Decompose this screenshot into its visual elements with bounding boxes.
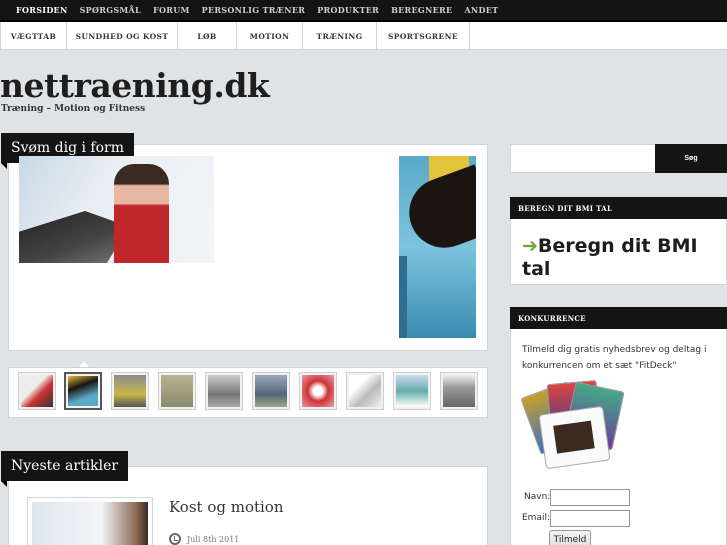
nav-item-produkter[interactable]: PRODUKTER: [317, 5, 379, 15]
email-field[interactable]: [550, 510, 630, 527]
name-label: Navn:: [524, 492, 551, 502]
article-thumbnail[interactable]: [27, 497, 153, 545]
nav-item-beregnere[interactable]: BEREGNERE: [391, 5, 452, 15]
thumbnail-selected[interactable]: [64, 372, 102, 410]
article-title[interactable]: Kost og motion: [169, 498, 284, 516]
tab-motion[interactable]: MOTION: [236, 22, 302, 50]
site-logo[interactable]: nettraening.dk: [0, 66, 270, 105]
search-button[interactable]: Søg: [655, 144, 727, 173]
thumbnail[interactable]: [18, 372, 56, 410]
nav-item-spoergsmaal[interactable]: SPØRGSMÅL: [80, 5, 141, 15]
name-field[interactable]: [550, 489, 630, 506]
thumbnail[interactable]: [158, 372, 196, 410]
email-label: Email:: [522, 513, 551, 523]
thumbnail[interactable]: [346, 372, 384, 410]
bmi-link[interactable]: ➔Beregn dit BMI tal: [522, 235, 722, 281]
latest-heading: Nyeste artikler: [1, 451, 129, 487]
thumbnail[interactable]: [393, 372, 431, 410]
subscribe-button[interactable]: Tilmeld: [549, 530, 591, 545]
tab-traening[interactable]: TRÆNING: [302, 22, 376, 50]
nav-item-forsiden[interactable]: FORSIDEN: [16, 5, 68, 15]
category-navigation: VÆGTTAB SUNDHED OG KOST LØB MOTION TRÆNI…: [0, 22, 727, 50]
nav-item-andet[interactable]: ANDET: [464, 5, 498, 15]
thumbnail[interactable]: [205, 372, 243, 410]
bmi-widget-heading: BEREGN DIT BMI TAL: [510, 197, 727, 219]
thumbnail[interactable]: [252, 372, 290, 410]
featured-image-swimmer[interactable]: [399, 156, 476, 338]
clock-icon: [169, 533, 181, 545]
arrow-right-icon: ➔: [522, 235, 538, 257]
thumbnail[interactable]: [299, 372, 337, 410]
contest-widget-heading: KONKURRENCE: [510, 307, 727, 329]
search-input[interactable]: [510, 144, 655, 173]
tab-loeb[interactable]: LØB: [177, 22, 236, 50]
nav-item-personlig-traener[interactable]: PERSONLIG TRÆNER: [202, 5, 306, 15]
nav-item-forum[interactable]: FORUM: [153, 5, 190, 15]
featured-image-treadmill[interactable]: [19, 156, 214, 263]
tab-sundhed-og-kost[interactable]: SUNDHED OG KOST: [66, 22, 177, 50]
site-tagline: Træning – Motion og Fitness: [1, 104, 146, 114]
article-date: Juli 8th 2011: [187, 535, 240, 544]
thumbnail[interactable]: [440, 372, 478, 410]
thumbnail[interactable]: [111, 372, 149, 410]
fitdeck-image: [520, 379, 625, 477]
tab-vaegttab[interactable]: VÆGTTAB: [0, 22, 66, 50]
bmi-link-label: Beregn dit BMI tal: [522, 235, 698, 280]
top-navigation: FORSIDEN SPØRGSMÅL FORUM PERSONLIG TRÆNE…: [0, 0, 727, 22]
tab-sportsgrene[interactable]: SPORTSGRENE: [376, 22, 469, 50]
contest-text: Tilmeld dig gratis nyhedsbrev og deltag …: [522, 345, 707, 371]
